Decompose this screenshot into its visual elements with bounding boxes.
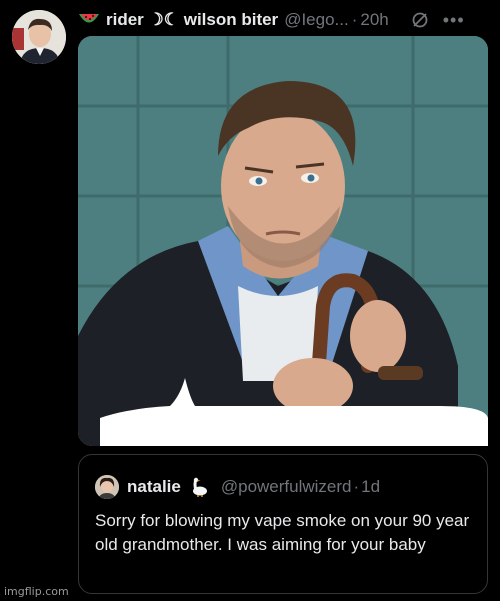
quoted-user-handle[interactable]: @powerfulwizerd [221,477,352,497]
quoted-user-avatar[interactable] [95,475,119,499]
tweet-header: rider ☽☾ wilson biter @Iego... · 20h ••• [78,9,488,31]
watermelon-icon [78,11,100,29]
separator-dot: · [351,10,358,29]
quoted-tweet[interactable]: natalie @powerfulwizerd · 1d Sorry for b… [78,454,488,594]
tweet-timestamp[interactable]: 20h [360,10,388,30]
watermark-label: imgflip.com [4,585,69,598]
user-handle[interactable]: @Iego... [284,10,349,30]
separator-dot: · [353,477,360,496]
display-name[interactable]: rider ☽☾ wilson biter [106,10,278,30]
quoted-display-name[interactable]: natalie [127,477,181,497]
goose-icon [189,477,209,497]
speech-bubble [100,378,488,446]
quoted-timestamp[interactable]: 1d [361,477,380,497]
grok-icon[interactable] [411,11,429,29]
quoted-tweet-header: natalie @powerfulwizerd · 1d [95,475,380,499]
user-avatar[interactable] [12,10,66,64]
more-options-icon[interactable]: ••• [443,10,465,31]
quoted-tweet-text: Sorry for blowing my vape smoke on your … [95,511,470,554]
